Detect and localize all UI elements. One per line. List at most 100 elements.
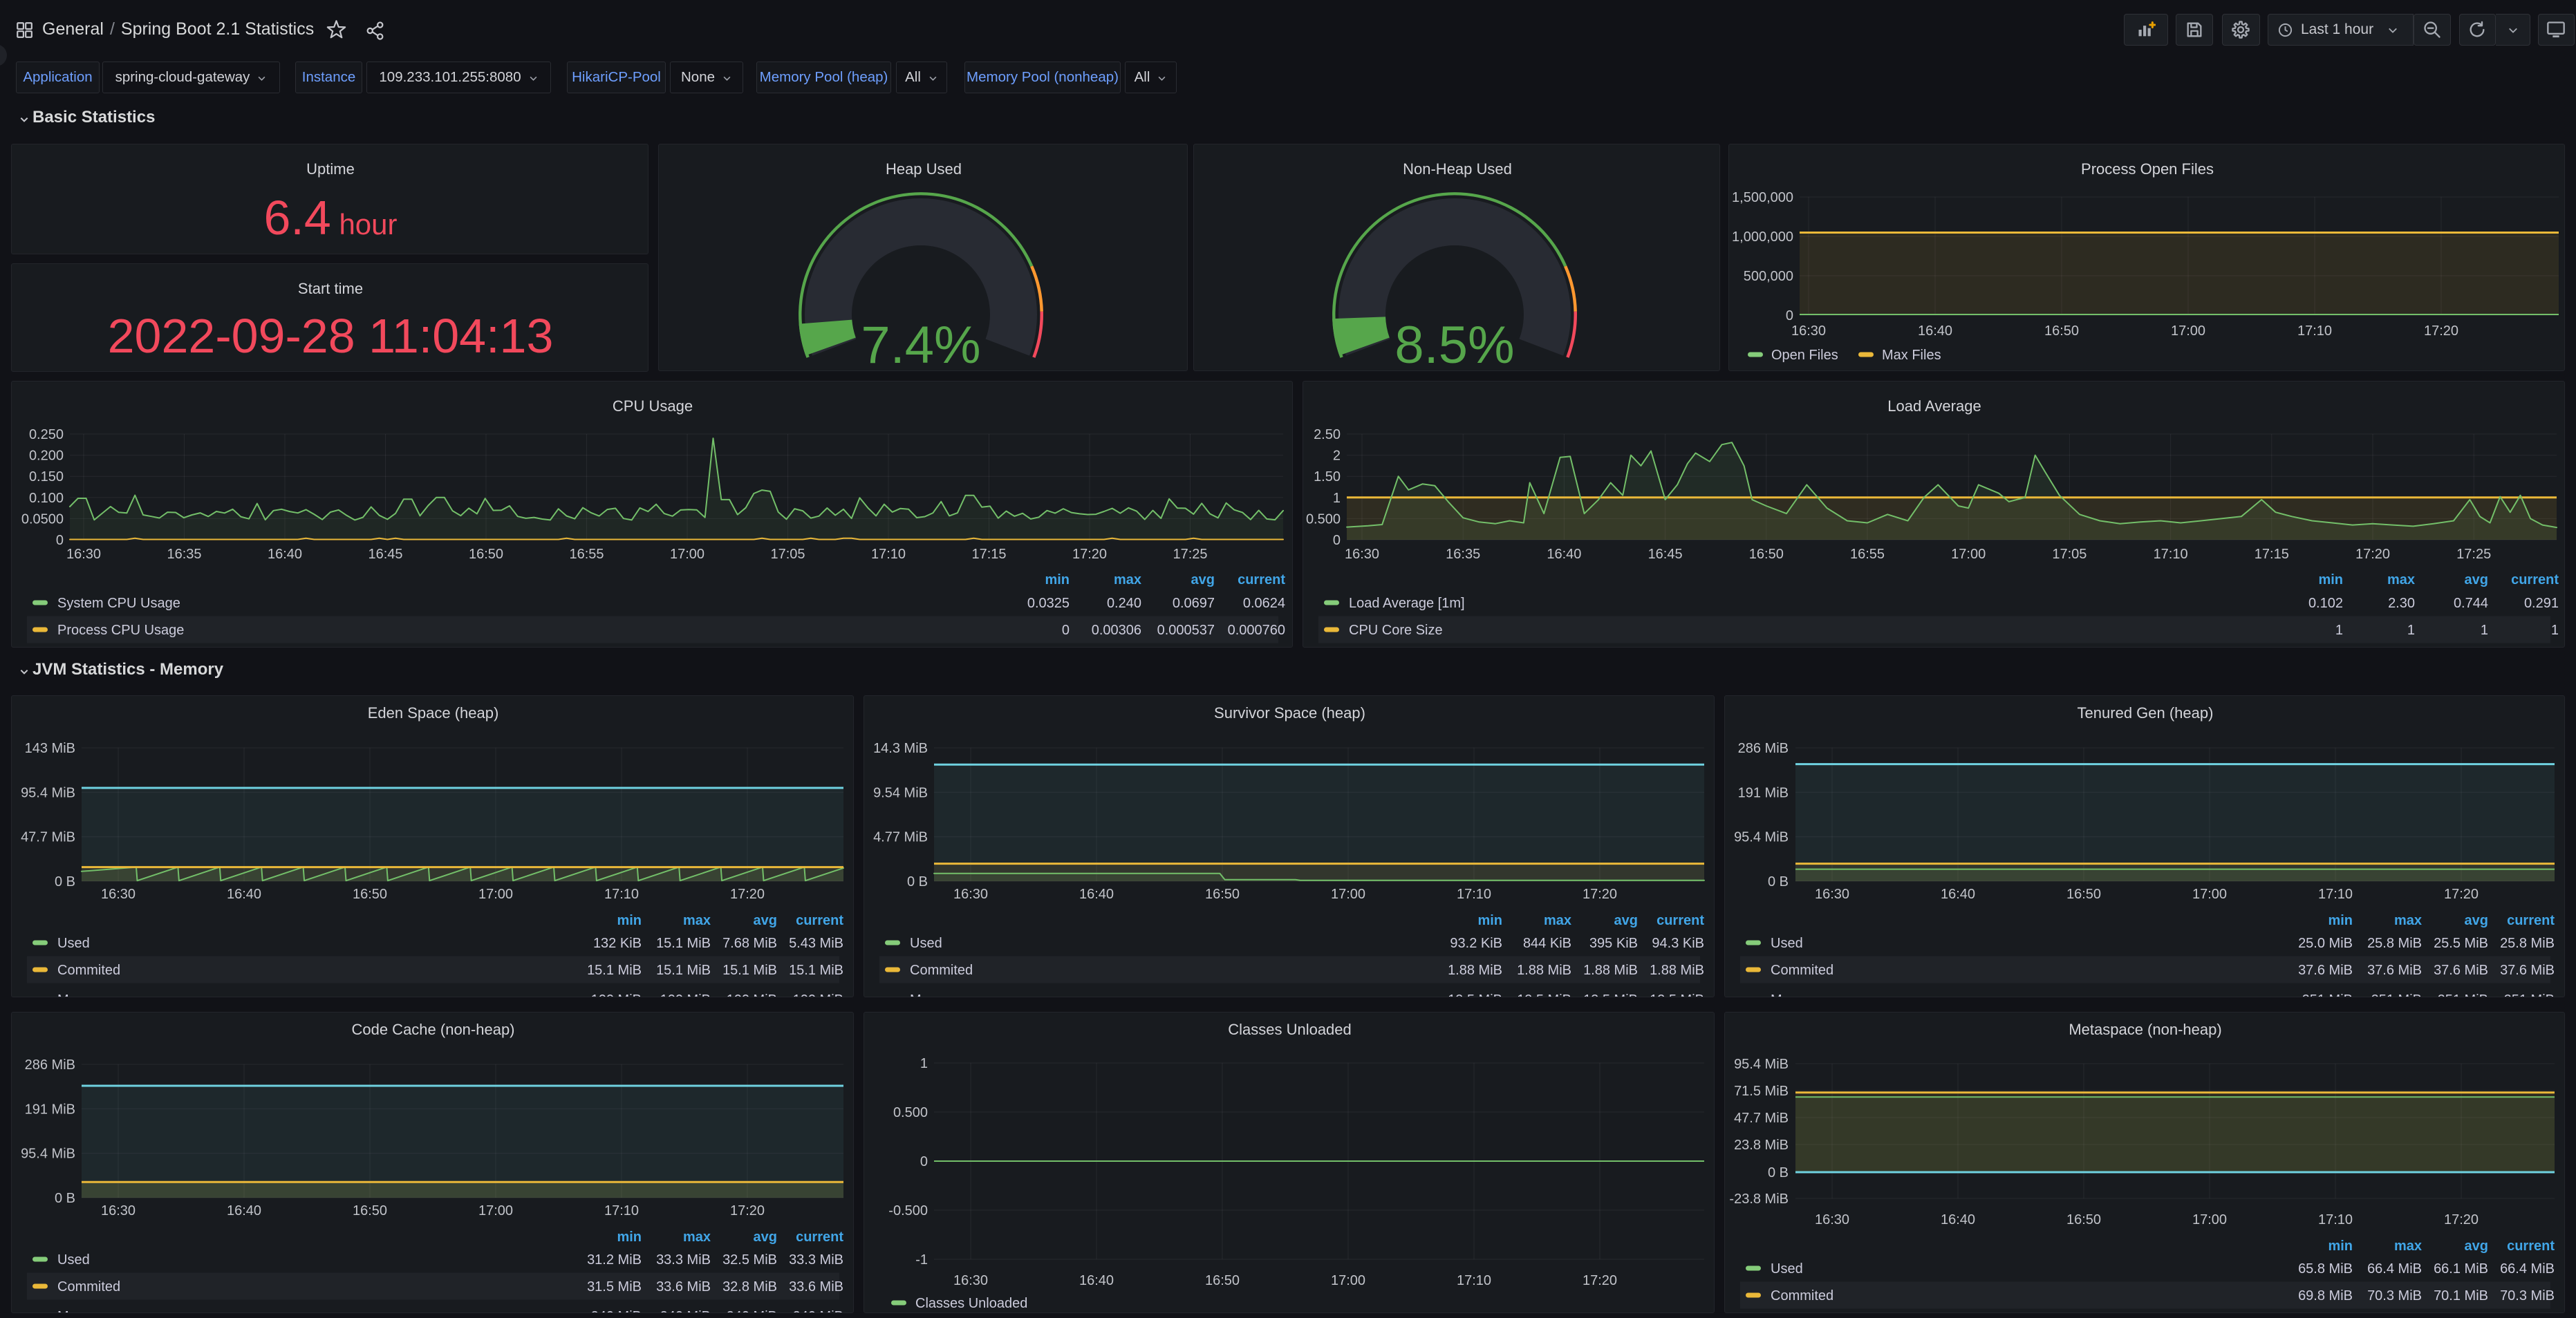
svg-text:17:00: 17:00 <box>670 547 704 562</box>
svg-text:95.4 MiB: 95.4 MiB <box>1734 830 1789 845</box>
svg-text:Max: Max <box>1771 992 1797 997</box>
svg-text:Max: Max <box>1771 1312 1797 1313</box>
svg-text:min: min <box>617 913 642 928</box>
svg-text:17:10: 17:10 <box>1457 1273 1491 1288</box>
svg-text:31.2 MiB: 31.2 MiB <box>587 1252 642 1268</box>
svg-text:251 MiB: 251 MiB <box>2302 992 2353 997</box>
svg-text:0.200: 0.200 <box>29 449 64 464</box>
svg-text:32.8 MiB: 32.8 MiB <box>722 1279 777 1295</box>
svg-text:4.77 MiB: 4.77 MiB <box>873 830 928 845</box>
svg-text:17:15: 17:15 <box>971 547 1006 562</box>
svg-text:71.5 MiB: 71.5 MiB <box>1734 1084 1789 1099</box>
svg-text:Commited: Commited <box>57 963 120 978</box>
svg-text:avg: avg <box>1191 572 1215 587</box>
svg-text:17:00: 17:00 <box>1331 1273 1365 1288</box>
svg-text:1: 1 <box>2551 623 2559 638</box>
svg-text:16:50: 16:50 <box>469 547 503 562</box>
svg-text:16:30: 16:30 <box>1345 547 1379 562</box>
svg-text:17:20: 17:20 <box>730 887 765 902</box>
svg-text:-1 B: -1 B <box>2396 1312 2422 1313</box>
svg-text:16:55: 16:55 <box>569 547 604 562</box>
svg-text:Commited: Commited <box>910 963 973 978</box>
svg-text:17:20: 17:20 <box>1583 1273 1617 1288</box>
svg-text:17:20: 17:20 <box>1583 887 1617 902</box>
svg-text:Max Files: Max Files <box>1882 348 1941 363</box>
svg-text:0.744: 0.744 <box>2454 596 2488 611</box>
svg-text:0: 0 <box>1062 623 1070 638</box>
svg-text:286 MiB: 286 MiB <box>25 1057 75 1073</box>
svg-text:17:10: 17:10 <box>2154 547 2188 562</box>
svg-text:7.4%: 7.4% <box>861 316 980 371</box>
svg-text:1.88 MiB: 1.88 MiB <box>1583 963 1638 978</box>
svg-text:Used: Used <box>57 936 90 951</box>
svg-text:Non-Heap Used: Non-Heap Used <box>1403 160 1512 178</box>
svg-text:0 B: 0 B <box>55 874 75 889</box>
svg-text:-23.8 MiB: -23.8 MiB <box>1729 1192 1789 1207</box>
svg-text:current: current <box>796 913 843 928</box>
svg-text:min: min <box>1477 913 1502 928</box>
svg-text:16:45: 16:45 <box>1648 547 1683 562</box>
svg-text:17:10: 17:10 <box>2297 323 2332 339</box>
svg-text:17:10: 17:10 <box>1457 887 1491 902</box>
svg-text:0.00306: 0.00306 <box>1092 623 1141 638</box>
svg-text:16:35: 16:35 <box>1446 547 1480 562</box>
svg-text:17:00: 17:00 <box>2192 887 2227 902</box>
svg-text:Code Cache (non-heap): Code Cache (non-heap) <box>351 1021 514 1038</box>
svg-text:70.3 MiB: 70.3 MiB <box>2500 1288 2555 1303</box>
svg-text:0.291: 0.291 <box>2524 596 2559 611</box>
svg-text:251 MiB: 251 MiB <box>2504 992 2555 997</box>
svg-text:16:55: 16:55 <box>1850 547 1885 562</box>
svg-text:16:50: 16:50 <box>1749 547 1784 562</box>
svg-text:16:50: 16:50 <box>2066 887 2101 902</box>
svg-text:1.88 MiB: 1.88 MiB <box>1650 963 1704 978</box>
svg-text:12.5 MiB: 12.5 MiB <box>1448 992 1502 997</box>
svg-text:0.240: 0.240 <box>1107 596 1141 611</box>
svg-text:12.5 MiB: 12.5 MiB <box>1583 992 1638 997</box>
svg-text:93.2 KiB: 93.2 KiB <box>1450 936 1502 951</box>
svg-text:2022-09-28 11:04:13: 2022-09-28 11:04:13 <box>108 309 554 363</box>
svg-text:1.50: 1.50 <box>1314 469 1341 484</box>
svg-text:251 MiB: 251 MiB <box>2438 992 2488 997</box>
svg-text:16:35: 16:35 <box>167 547 201 562</box>
svg-text:9.54 MiB: 9.54 MiB <box>873 785 928 800</box>
svg-text:37.6 MiB: 37.6 MiB <box>2298 963 2353 978</box>
svg-text:0 B: 0 B <box>1768 874 1789 889</box>
svg-text:17:10: 17:10 <box>2318 887 2353 902</box>
svg-text:14.3 MiB: 14.3 MiB <box>873 741 928 756</box>
svg-text:47.7 MiB: 47.7 MiB <box>1734 1111 1789 1126</box>
svg-text:17:00: 17:00 <box>1951 547 1986 562</box>
svg-text:1.88 MiB: 1.88 MiB <box>1517 963 1571 978</box>
svg-text:Open Files: Open Files <box>1771 348 1838 363</box>
svg-text:286 MiB: 286 MiB <box>1738 741 1789 756</box>
svg-text:max: max <box>2394 1239 2422 1254</box>
svg-text:min: min <box>617 1230 642 1245</box>
svg-text:6.4 hour: 6.4 hour <box>263 191 397 245</box>
svg-text:15.1 MiB: 15.1 MiB <box>656 936 711 951</box>
svg-text:16:50: 16:50 <box>2066 1212 2101 1227</box>
svg-text:avg: avg <box>1614 913 1638 928</box>
svg-text:100 MiB: 100 MiB <box>591 992 642 997</box>
svg-text:17:25: 17:25 <box>1173 547 1207 562</box>
svg-text:max: max <box>1114 572 1141 587</box>
svg-text:17:20: 17:20 <box>2444 1212 2479 1227</box>
svg-text:844 KiB: 844 KiB <box>1523 936 1571 951</box>
svg-text:17:20: 17:20 <box>2355 547 2390 562</box>
svg-text:1: 1 <box>2481 623 2488 638</box>
svg-text:Classes Unloaded: Classes Unloaded <box>1228 1021 1352 1038</box>
svg-text:0: 0 <box>920 1154 928 1169</box>
svg-text:240 MiB: 240 MiB <box>727 1309 777 1313</box>
svg-text:current: current <box>796 1230 843 1245</box>
svg-text:95.4 MiB: 95.4 MiB <box>1734 1057 1789 1072</box>
svg-text:17:20: 17:20 <box>730 1203 765 1218</box>
svg-text:current: current <box>2511 572 2559 587</box>
svg-text:240 MiB: 240 MiB <box>660 1309 711 1313</box>
svg-text:Process Open Files: Process Open Files <box>2081 160 2214 178</box>
svg-text:CPU Usage: CPU Usage <box>613 397 693 415</box>
svg-text:69.8 MiB: 69.8 MiB <box>2298 1288 2353 1303</box>
svg-text:0 B: 0 B <box>1768 1165 1789 1180</box>
svg-text:16:40: 16:40 <box>1079 887 1114 902</box>
svg-text:1.88 MiB: 1.88 MiB <box>1448 963 1502 978</box>
svg-text:100 MiB: 100 MiB <box>793 992 843 997</box>
svg-text:min: min <box>2318 572 2343 587</box>
svg-text:1: 1 <box>920 1056 928 1071</box>
